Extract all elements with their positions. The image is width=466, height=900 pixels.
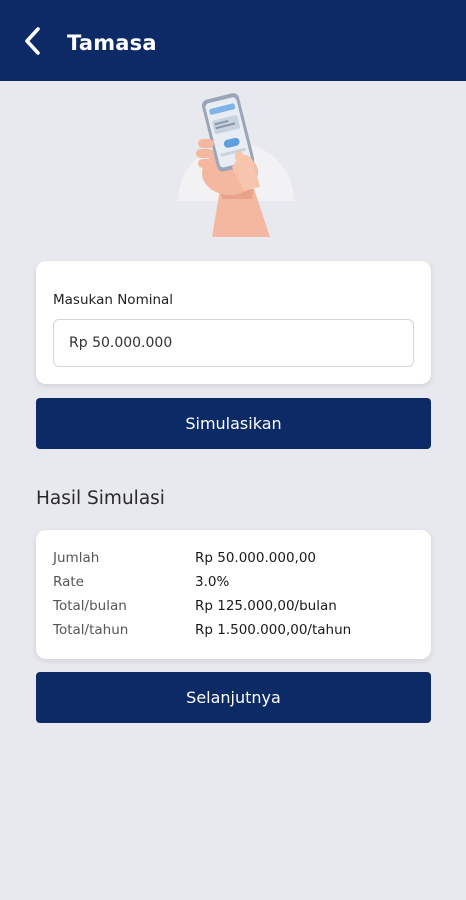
- hero-illustration: [172, 91, 296, 239]
- next-button[interactable]: Selanjutnya: [36, 672, 431, 723]
- chevron-left-icon: [25, 27, 40, 55]
- nominal-input-card: Masukan Nominal: [36, 261, 431, 384]
- result-value: Rp 1.500.000,00/tahun: [195, 622, 352, 638]
- simulate-button[interactable]: Simulasikan: [36, 398, 431, 449]
- simulation-result-card: Jumlah Rp 50.000.000,00 Rate 3.0% Total/…: [36, 530, 431, 659]
- app-bar: Tamasa: [0, 0, 466, 81]
- result-key: Jumlah: [53, 550, 100, 566]
- result-value: Rp 125.000,00/bulan: [195, 598, 337, 614]
- nominal-input[interactable]: [53, 319, 414, 367]
- back-button[interactable]: [18, 26, 48, 56]
- result-key: Total/tahun: [53, 622, 129, 638]
- nominal-label: Masukan Nominal: [53, 292, 174, 308]
- page-title: Tamasa: [67, 31, 157, 55]
- result-key: Total/bulan: [53, 598, 127, 614]
- result-section-title: Hasil Simulasi: [36, 488, 165, 509]
- result-value: 3.0%: [195, 574, 230, 590]
- result-value: Rp 50.000.000,00: [195, 550, 317, 566]
- result-key: Rate: [53, 574, 84, 590]
